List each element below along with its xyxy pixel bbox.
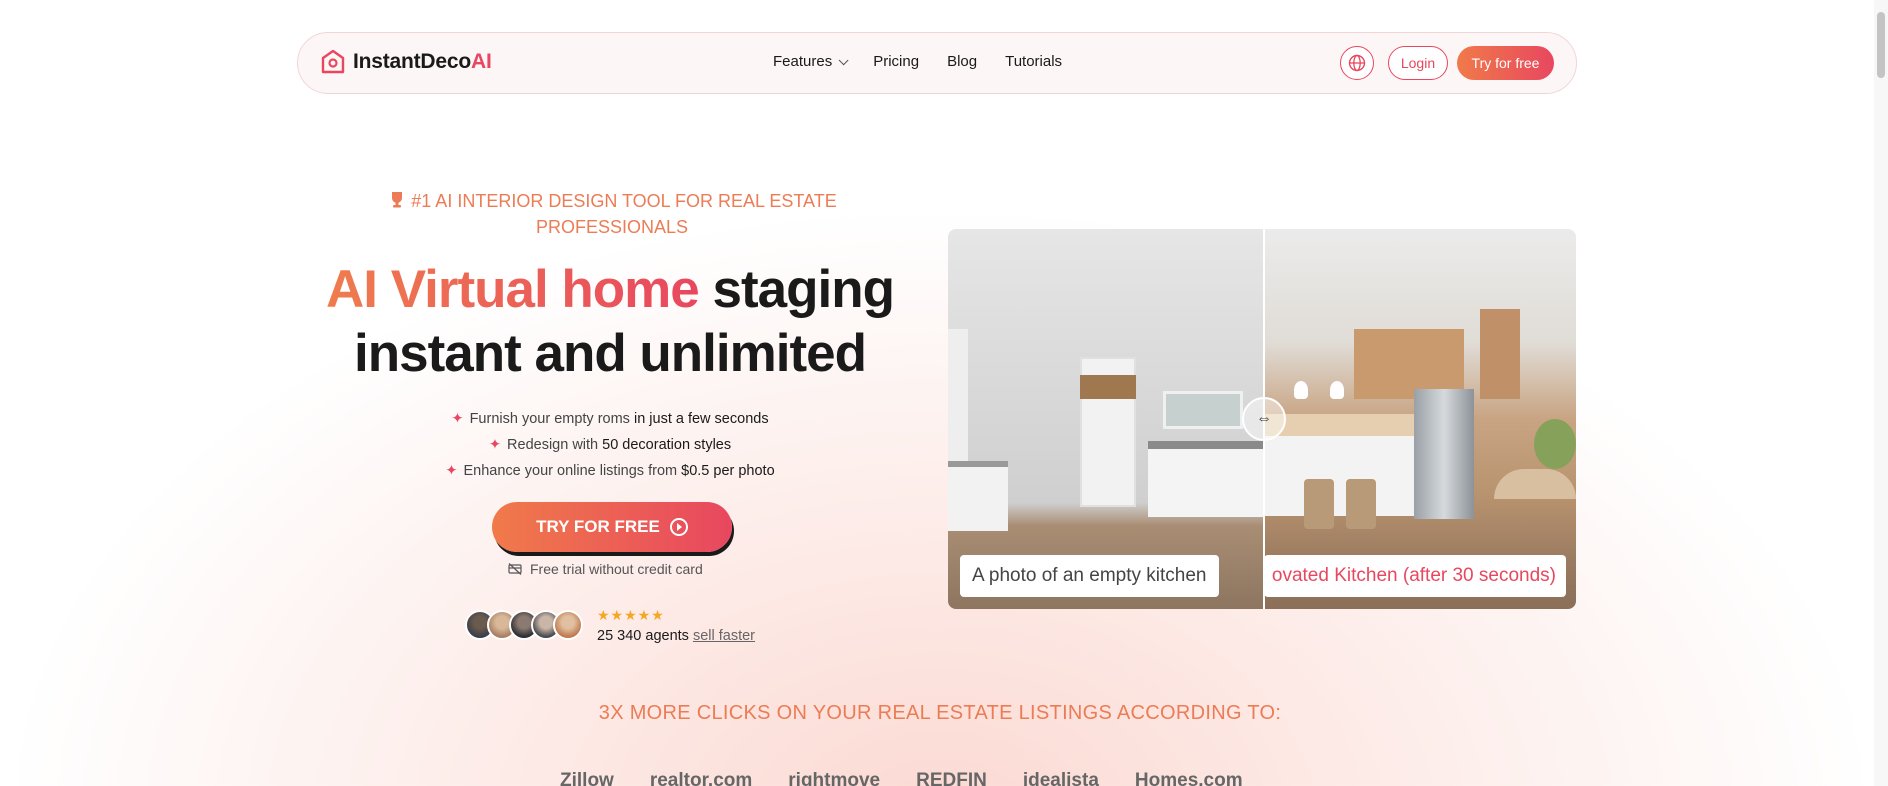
cta-label: TRY FOR FREE <box>536 517 660 536</box>
sparkle-icon: ✦ <box>488 437 502 453</box>
after-label: ovated Kitchen (after 30 seconds) <box>1264 555 1566 597</box>
partner-logos: Zillow realtor.com rightmove REDFIN idea… <box>560 770 1243 786</box>
brand-logo[interactable]: InstantDecoAI <box>321 49 492 75</box>
list-item: ✦ Redesign with 50 decoration styles <box>488 437 732 453</box>
trophy-icon <box>392 192 403 208</box>
agent-avatars <box>465 610 583 640</box>
zillow-logo: Zillow <box>560 770 614 786</box>
homes-logo: Homes.com <box>1134 770 1243 786</box>
language-button[interactable] <box>1340 46 1374 80</box>
try-free-nav-button[interactable]: Try for free <box>1457 46 1554 80</box>
arrows-horizontal-icon: ⇔ <box>1256 410 1272 427</box>
clicks-section-title: 3X MORE CLICKS ON YOUR REAL ESTATE LISTI… <box>598 702 1282 724</box>
no-credit-card-icon <box>508 563 522 575</box>
hero-tagline: #1 AI INTERIOR DESIGN TOOL FOR REAL ESTA… <box>380 188 844 240</box>
play-circle-icon <box>669 518 688 536</box>
globe-icon <box>1348 54 1366 72</box>
agents-count: 25 340 agents sell faster <box>597 628 756 644</box>
menu-item-features[interactable]: Features <box>773 53 849 70</box>
sparkle-icon: ✦ <box>451 411 464 427</box>
rightmove-logo: rightmove <box>788 770 881 786</box>
menu-item-pricing[interactable]: Pricing <box>873 53 919 70</box>
list-item: ✦ Furnish your empty roms in just a few s… <box>451 411 769 427</box>
menu-item-tutorials[interactable]: Tutorials <box>1005 53 1062 70</box>
page-scrollbar[interactable] <box>1874 0 1888 786</box>
menu-item-blog[interactable]: Blog <box>947 53 977 70</box>
login-button[interactable]: Login <box>1388 46 1448 80</box>
house-logo-icon <box>321 49 345 74</box>
compare-slider-handle[interactable]: ⇔ <box>1242 397 1286 441</box>
idealista-logo: idealista <box>1022 770 1099 786</box>
hero-headline: AI Virtual home staging instant and unli… <box>326 260 895 383</box>
before-after-comparison[interactable]: ⇔ A photo of an empty kitchen ovated Kit… <box>948 229 1576 609</box>
free-trial-note: Free trial without credit card <box>508 561 718 577</box>
before-label: A photo of an empty kitchen <box>960 555 1219 597</box>
rating-stars: ★★★★★ <box>597 607 665 623</box>
list-item: ✦ Enhance your online listings from $0.5 … <box>445 463 775 479</box>
realtor-logo: realtor.com <box>649 770 753 786</box>
after-image <box>1264 229 1576 609</box>
redfin-logo: REDFIN <box>916 770 987 786</box>
sell-faster-link[interactable]: sell faster <box>693 628 755 644</box>
sparkle-icon: ✦ <box>445 463 458 479</box>
brand-name: InstantDecoAI <box>353 50 492 73</box>
try-for-free-cta-button[interactable]: TRY FOR FREE <box>492 502 732 552</box>
feature-bullets: ✦ Furnish your empty roms in just a few s… <box>390 406 830 484</box>
scrollbar-thumb[interactable] <box>1877 12 1885 78</box>
chevron-down-icon <box>838 55 849 66</box>
main-menu: Features Pricing Blog Tutorials <box>773 53 1062 70</box>
avatar <box>553 610 583 640</box>
top-navbar: InstantDecoAI Features Pricing Blog Tuto… <box>297 32 1577 94</box>
before-image <box>948 229 1264 609</box>
